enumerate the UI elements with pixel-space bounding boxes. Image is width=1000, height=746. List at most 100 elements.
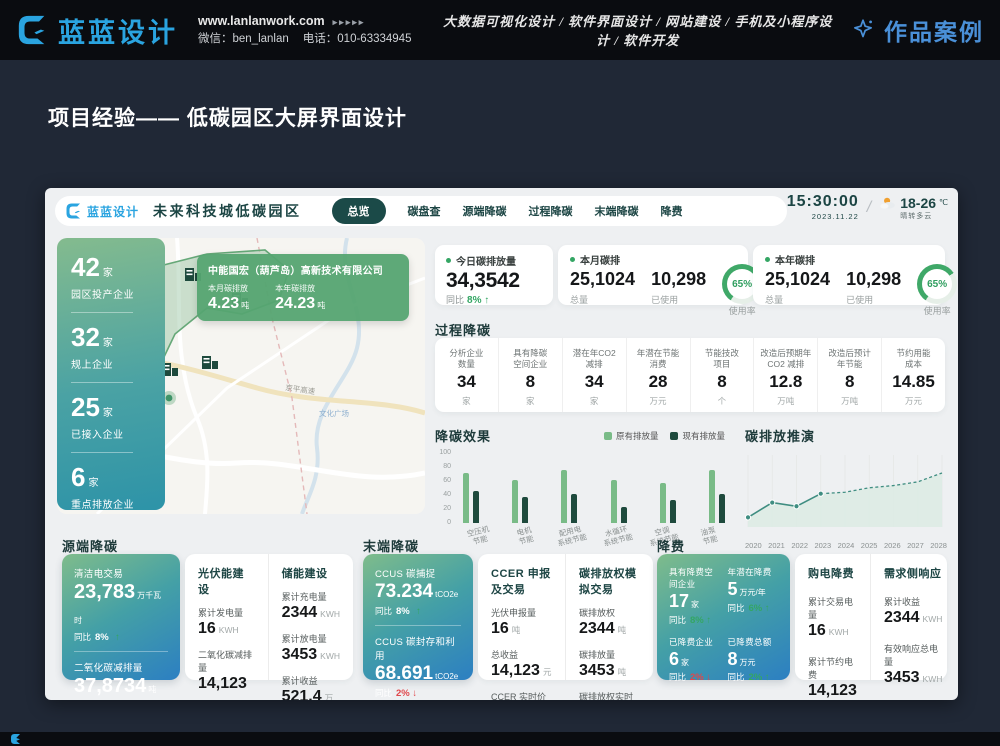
fee-stat: 已降费总额 8万元 同比2% ↑: [728, 636, 779, 684]
area-chart-plot: [745, 453, 945, 533]
temperature: 18-26: [900, 195, 936, 211]
up-arrow-icon: ↑: [765, 672, 770, 683]
process-stat: 潜在年CO2 减排34家: [563, 338, 627, 412]
temperature-unit: ℃: [939, 198, 948, 207]
carbon-quota-column: 碳排放权模拟交易 碳排放权2344吨 碳排放量3453吨 碳排放权实时价格68元…: [565, 554, 653, 680]
green-dot-icon: [570, 257, 575, 262]
lanlan-logo-icon: [10, 733, 22, 745]
site-logo-text: 蓝蓝设计: [58, 11, 178, 50]
tab-carbon-audit[interactable]: 碳盘查: [408, 203, 441, 219]
site-footer: [0, 732, 1000, 746]
arrows-icon: ▸▸▸▸▸: [333, 17, 366, 27]
bar-chart-title: 降碳效果: [435, 426, 491, 445]
source-section-title: 源端降碳: [62, 536, 118, 555]
map-place-label: 文化广场: [319, 408, 349, 418]
divider: [71, 452, 133, 453]
weather-text: 晴转多云: [900, 211, 932, 221]
company-tooltip: 中能国宏（葫芦岛）高新技术有限公司 本月碳排放 4.23吨 本年碳排放 24.2…: [197, 254, 409, 321]
up-arrow-icon: ↑: [765, 603, 770, 614]
process-stat: 年潜在节能 消费28万元: [627, 338, 691, 412]
header-contact-info: www.lanlanwork.com ▸▸▸▸▸ 微信：ben_lanlan 电话：…: [198, 12, 425, 48]
process-stat: 节约用能 成本14.85万元: [882, 338, 945, 412]
process-stat: 分析企业 数量34家: [435, 338, 499, 412]
tab-fee-reduction[interactable]: 降费: [661, 203, 683, 219]
stat-key-emitters: 6家 重点排放企业: [71, 464, 151, 511]
down-arrow-icon: ↓: [706, 672, 711, 683]
storage-construction-column: 储能建设 累计充电量2344KWH 累计放电量3453KWH 累计收益521.4…: [268, 554, 353, 680]
today-emission-card: 今日碳排放量 34,3542 同比8% ↑: [435, 245, 553, 305]
down-arrow-icon: ↓: [412, 688, 417, 699]
terminal-gradient-card: CCUS 碳捕捉 73.234tCO2e 同比8% ↑ CCUS 碳封存和利用 …: [363, 554, 473, 680]
divider: [74, 651, 168, 652]
tab-source-reduction[interactable]: 源端降碳: [463, 203, 507, 219]
enterprise-stats-sidebar: 42家 园区投产企业 32家 规上企业 25家 已接入企业 6家 重点排放企业: [57, 238, 165, 510]
year-emission-label: 本年碳排放: [275, 283, 325, 294]
demand-response-column: 需求侧响应 累计收益2344KWH 有效响应总电量3453KWH: [870, 554, 955, 680]
year-emission-card: 本年碳排 25,1024总量 10,298已使用 65% 使用率: [753, 245, 945, 305]
stat-invested-enterprises: 42家 园区投产企业: [71, 254, 151, 301]
stat-above-scale-enterprises: 32家 规上企业: [71, 324, 151, 371]
fee-stat: 已降费企业 6家 同比2% ↓: [669, 636, 720, 684]
dashboard-header: 蓝蓝设计 未来科技城低碳园区 总览 碳盘查 源端降碳 过程降碳 末端降碳 降费: [55, 196, 787, 226]
stat-connected-enterprises: 25家 已接入企业: [71, 394, 151, 441]
bar-chart-plot: 020406080100: [455, 453, 725, 523]
divider: /: [867, 199, 871, 217]
month-emission-title: 本月碳排: [580, 252, 620, 267]
wechat-text: 微信：ben_lanlan: [198, 33, 289, 45]
services-list: 大数据可视化设计 / 软件界面设计 / 网站建设 / 手机及小程序设计 / 软件…: [439, 11, 836, 49]
fee-stat: 具有降费空间企业 17家 同比8% ↑: [669, 566, 720, 626]
fee-stat: 年潜在降费 5万元/年 同比6% ↑: [728, 566, 779, 626]
today-emission-title: 今日碳排放量: [456, 253, 516, 268]
month-emission-card: 本月碳排 25,1024总量 10,298已使用 65% 使用率: [558, 245, 748, 305]
fee-gradient-card: 具有降费空间企业 17家 同比8% ↑ 年潜在降费 5万元/年 同比6% ↑ 已…: [657, 554, 790, 680]
divider: [375, 625, 461, 626]
area-chart-title: 碳排放推演: [745, 426, 815, 445]
process-stat: 改造后预计 年节能8万吨: [818, 338, 882, 412]
page-body: 项目经验—— 低碳园区大屏界面设计 蓝蓝设计 未来科技城低碳园区 总览 碳盘查 …: [0, 60, 1000, 732]
site-header: 蓝蓝设计 www.lanlanwork.com ▸▸▸▸▸ 微信：ben_lanl…: [0, 0, 1000, 60]
year-emission-title: 本年碳排: [775, 252, 815, 267]
site-logo[interactable]: 蓝蓝设计: [16, 11, 178, 50]
reduction-effect-chart: 降碳效果 原有排放量现有排放量 020406080100 空压机 节能电机 节能…: [435, 426, 725, 546]
bar-chart-legend: 原有排放量现有排放量: [604, 430, 725, 442]
process-section-title: 过程降碳: [435, 320, 491, 339]
bar-chart-xlabels: 空压机 节能电机 节能配用电 系统节能水循环 系统节能空调 系统节能油泵 节能: [459, 527, 725, 546]
sparkle-icon: [850, 17, 876, 43]
up-arrow-icon: ↑: [706, 615, 711, 626]
month-emission-label: 本月碳排放: [208, 283, 249, 294]
fee-section-title: 降费: [657, 536, 685, 555]
tab-process-reduction[interactable]: 过程降碳: [529, 203, 573, 219]
up-arrow-icon: ↑: [416, 606, 421, 617]
clock-date: 2023.11.22: [787, 212, 859, 221]
process-stat: 改造后预期年 CO2 减排12.8万吨: [754, 338, 818, 412]
usage-gauge: 65%: [917, 264, 957, 304]
process-stats-card: 分析企业 数量34家 具有降碳 空间企业8家 潜在年CO2 减排34家 年潜在节…: [435, 338, 945, 412]
clock-time: 15:30:00: [787, 194, 859, 210]
company-name: 中能国宏（葫芦岛）高新技术有限公司: [208, 262, 398, 277]
fee-detail-card: 购电降费 累计交易电量16KWH 累计节约电费14,123吨co2 需求侧响应 …: [795, 554, 947, 680]
today-emission-value: 34,3542: [446, 268, 542, 293]
dashboard-logo-text: 蓝蓝设计: [87, 203, 139, 220]
dashboard-screenshot: 蓝蓝设计 未来科技城低碳园区 总览 碳盘查 源端降碳 过程降碳 末端降碳 降费 …: [45, 188, 958, 700]
tab-overview[interactable]: 总览: [332, 198, 386, 224]
ccer-column: CCER 申报及交易 光伏申报量16吨 总收益14,123元 CCER 实时价格…: [478, 554, 565, 680]
up-arrow-icon: ↑: [484, 295, 489, 306]
green-dot-icon: [446, 258, 451, 263]
area-chart-xlabels: 202020212022202320242025202620272028: [745, 541, 947, 550]
page-title: 项目经验—— 低碳园区大屏界面设计: [48, 102, 407, 132]
divider: [71, 382, 133, 383]
clock-widget: 15:30:00 2023.11.22 / 18-26 ℃ 晴转多云: [787, 194, 948, 221]
power-purchase-column: 购电降费 累计交易电量16KWH 累计节约电费14,123吨co2: [795, 554, 870, 680]
portfolio-button[interactable]: 作品案例: [850, 13, 984, 47]
dashboard-logo-icon: [65, 202, 83, 220]
source-gradient-card: 清洁电交易 23,783万千瓦时 同比8% ↑ 二氧化碳减排量 37,8734吨…: [62, 554, 180, 680]
website-link[interactable]: www.lanlanwork.com: [198, 14, 325, 28]
terminal-section-title: 末端降碳: [363, 536, 419, 555]
tab-terminal-reduction[interactable]: 末端降碳: [595, 203, 639, 219]
process-stat: 节能技改 项目8个: [691, 338, 755, 412]
pv-construction-column: 光伏能建设 累计发电量16KWH 二氧化碳减排量14,123吨co2 累计收益2…: [185, 554, 268, 680]
phone-text: 电话：010-63334945: [303, 33, 412, 45]
emission-projection-chart: 碳排放推演 2020202120222023202420252026202720…: [745, 426, 947, 550]
terminal-detail-card: CCER 申报及交易 光伏申报量16吨 总收益14,123元 CCER 实时价格…: [478, 554, 653, 680]
source-detail-card: 光伏能建设 累计发电量16KWH 二氧化碳减排量14,123吨co2 累计收益2…: [185, 554, 353, 680]
